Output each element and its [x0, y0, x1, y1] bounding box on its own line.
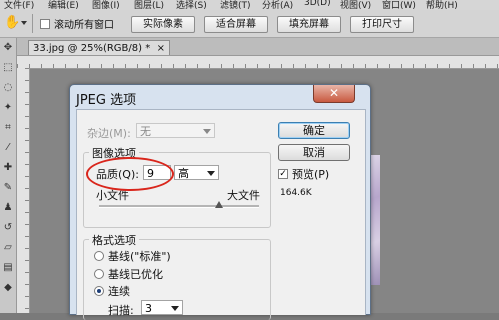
chevron-down-icon	[203, 129, 211, 134]
file-size-text: 164.6K	[280, 188, 312, 198]
options-bar: ✋ 滚动所有窗口 实际像素 适合屏幕 填充屏幕 打印尺寸	[0, 10, 499, 38]
matte-value: 无	[140, 125, 151, 138]
close-icon[interactable]: ×	[157, 41, 165, 56]
highlight-ellipse	[86, 157, 174, 191]
dialog-close-icon[interactable]: ✕	[313, 85, 355, 103]
checkmark-icon: ✓	[279, 169, 287, 179]
fit-screen-button[interactable]: 适合屏幕	[204, 16, 268, 33]
quality-slider-thumb[interactable]	[215, 201, 223, 208]
marquee-tool-icon[interactable]: ⬚	[2, 62, 14, 74]
baseline-optimized-label: 基线已优化	[108, 268, 163, 281]
chevron-down-icon	[207, 171, 215, 176]
jpeg-options-dialog: JPEG 选项 ✕ 杂边(M): 无 图像选项 品质(Q): 9 高 小文件 大…	[69, 84, 371, 320]
format-options-title: 格式选项	[89, 232, 139, 248]
document-tab-title: 33.jpg @ 25%(RGB/8) *	[33, 43, 151, 54]
print-size-button[interactable]: 打印尺寸	[350, 16, 414, 33]
ok-button[interactable]: 确定	[278, 122, 350, 139]
matte-label: 杂边(M):	[87, 127, 131, 140]
gradient-tool-icon[interactable]: ▤	[2, 262, 14, 274]
blur-tool-icon[interactable]: ◆	[2, 282, 14, 294]
quality-level-value: 高	[178, 167, 189, 180]
fill-screen-button[interactable]: 填充屏幕	[277, 16, 341, 33]
healing-brush-tool-icon[interactable]: ✚	[2, 162, 14, 174]
dialog-title: JPEG 选项	[76, 93, 137, 108]
horizontal-ruler	[17, 56, 499, 69]
baseline-standard-radio[interactable]	[94, 251, 104, 261]
menu-3d[interactable]: 3D(D)	[304, 0, 331, 8]
large-file-label: 大文件	[227, 189, 260, 202]
eraser-tool-icon[interactable]: ▱	[2, 242, 14, 254]
lasso-tool-icon[interactable]: ◌	[2, 82, 14, 94]
baseline-standard-label: 基线("标准")	[108, 250, 171, 263]
hand-tool-icon[interactable]: ✋	[4, 15, 20, 31]
scroll-all-windows-label: 滚动所有窗口	[54, 20, 114, 31]
tool-preset-dropdown-icon[interactable]	[21, 21, 27, 25]
scans-label: 扫描:	[108, 304, 134, 317]
tools-panel: ✥ ⬚ ◌ ✦ ⌗ ⁄ ✚ ✎ ♟ ↺ ▱ ▤ ◆	[0, 38, 17, 313]
brush-tool-icon[interactable]: ✎	[2, 182, 14, 194]
scans-value: 3	[145, 302, 152, 315]
preview-checkbox[interactable]: ✓	[278, 169, 288, 179]
dialog-body: 杂边(M): 无 图像选项 品质(Q): 9 高 小文件 大文件 格式选项 基线…	[76, 109, 366, 320]
separator	[32, 14, 33, 33]
progressive-label: 连续	[108, 285, 130, 298]
magic-wand-tool-icon[interactable]: ✦	[2, 102, 14, 114]
cancel-button[interactable]: 取消	[278, 144, 350, 161]
matte-select: 无	[136, 123, 215, 138]
clone-stamp-tool-icon[interactable]: ♟	[2, 202, 14, 214]
document-tab[interactable]: 33.jpg @ 25%(RGB/8) * ×	[28, 40, 170, 55]
quality-level-select[interactable]: 高	[174, 165, 219, 180]
chevron-down-icon	[171, 306, 179, 311]
crop-tool-icon[interactable]: ⌗	[2, 122, 14, 134]
vertical-ruler	[17, 68, 30, 313]
history-brush-tool-icon[interactable]: ↺	[2, 222, 14, 234]
baseline-optimized-radio[interactable]	[94, 269, 104, 279]
preview-label: 预览(P)	[292, 168, 330, 181]
quality-slider-track[interactable]	[99, 205, 259, 208]
eyedropper-tool-icon[interactable]: ⁄	[2, 142, 14, 154]
move-tool-icon[interactable]: ✥	[2, 42, 14, 54]
actual-pixels-button[interactable]: 实际像素	[131, 16, 195, 33]
progressive-radio[interactable]	[94, 286, 104, 296]
scroll-all-windows-checkbox[interactable]	[40, 19, 50, 29]
